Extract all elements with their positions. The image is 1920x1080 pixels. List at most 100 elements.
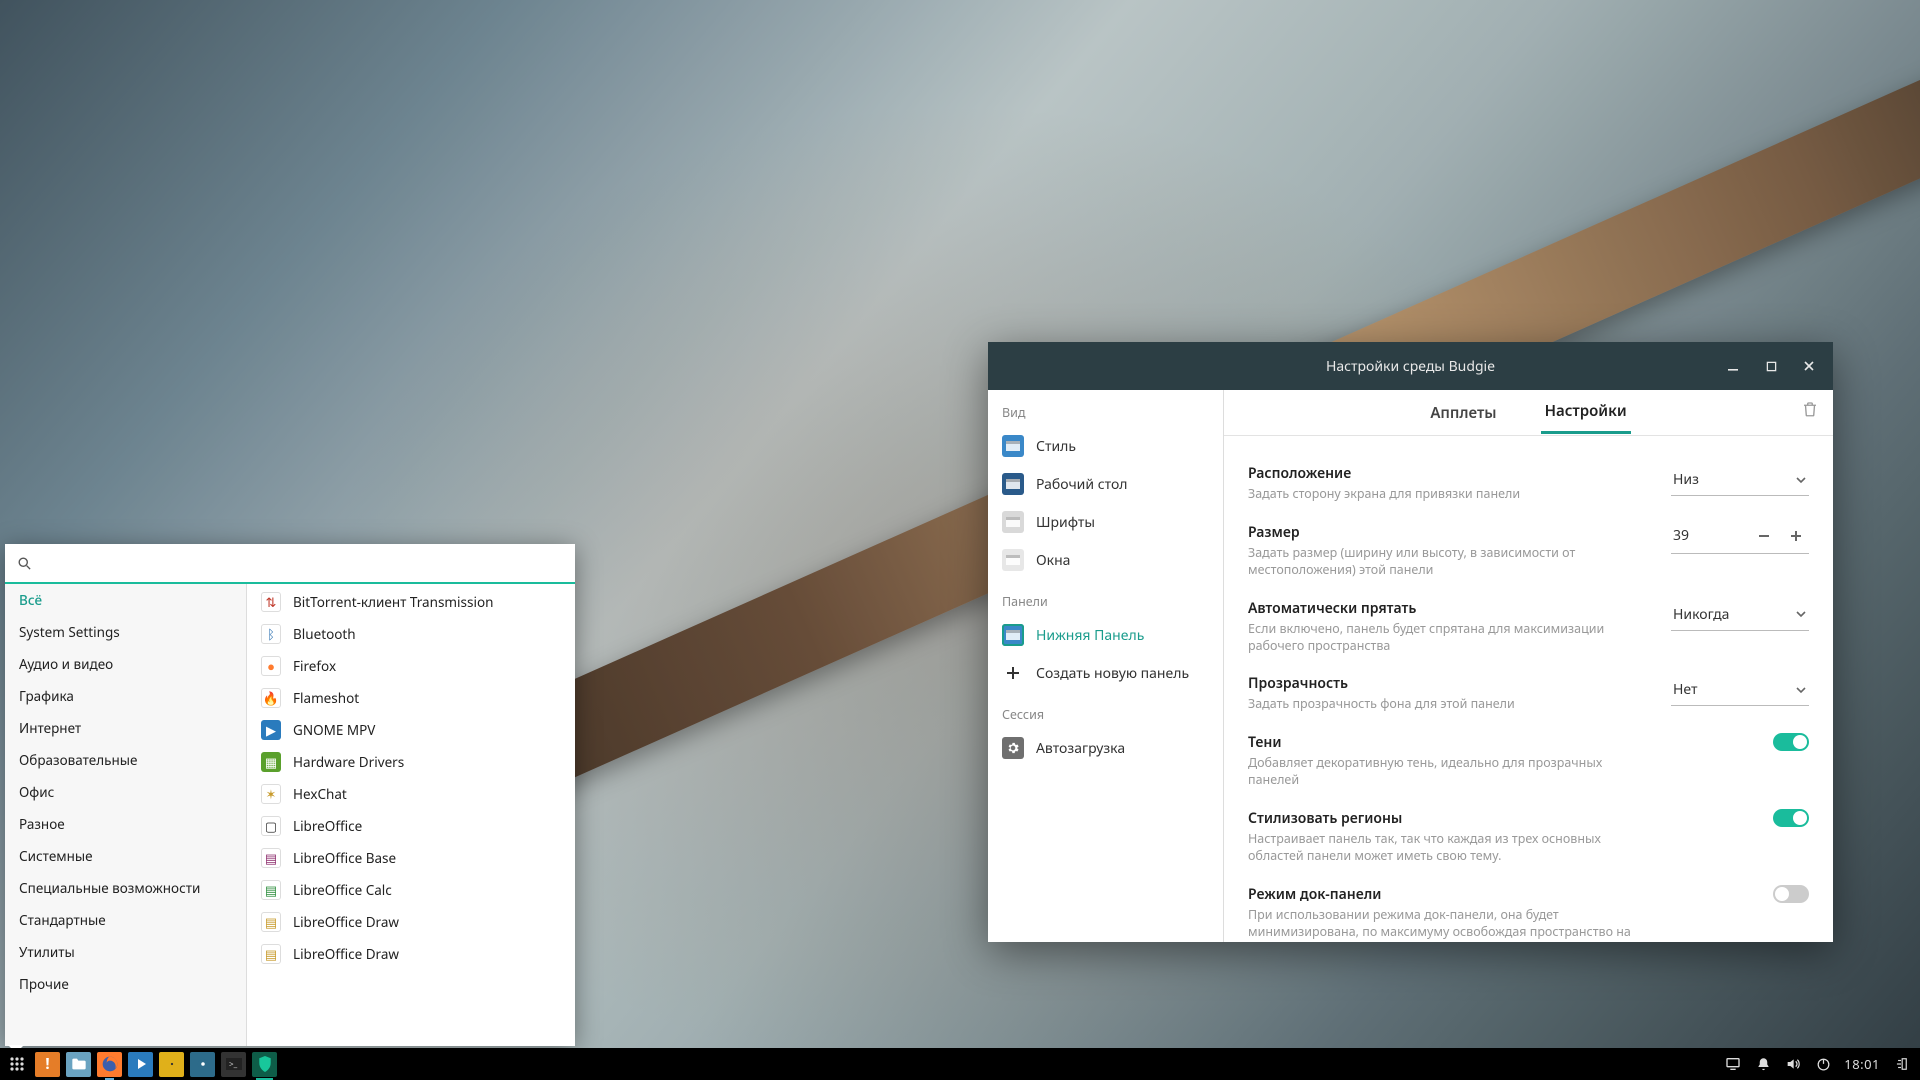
setting-desc: Настраивает панель так, так что каждая и… (1248, 831, 1649, 865)
music-icon[interactable] (159, 1052, 184, 1077)
app-icon: ▤ (261, 848, 281, 868)
tray-raven-icon[interactable] (1892, 1055, 1910, 1073)
setting-dock: Режим док-панели При использовании режим… (1248, 875, 1809, 942)
stepper-decrement[interactable] (1753, 525, 1775, 547)
taskbar-clock[interactable]: 18:01 (1844, 1055, 1880, 1073)
app-label: LibreOffice (293, 817, 362, 835)
position-dropdown[interactable]: Низ (1671, 464, 1809, 496)
category-item[interactable]: Разное (5, 808, 246, 840)
category-item[interactable]: Интернет (5, 712, 246, 744)
tray-display-icon[interactable] (1724, 1055, 1742, 1073)
sidebar-item-view[interactable]: Стиль (988, 427, 1223, 465)
app-item[interactable]: ✶HexChat (247, 778, 575, 810)
app-item[interactable]: ▶GNOME MPV (247, 714, 575, 746)
taskbar-right: 18:01 (1724, 1055, 1920, 1073)
app-label: LibreOffice Draw (293, 913, 399, 931)
settings-tabs: Апплеты Настройки (1224, 390, 1833, 436)
sidebar-item-label: Окна (1036, 551, 1070, 570)
tray-volume-icon[interactable] (1784, 1055, 1802, 1073)
category-item[interactable]: Утилиты (5, 936, 246, 968)
app-label: Flameshot (293, 689, 359, 707)
setting-title: Размер (1248, 523, 1649, 542)
sidebar-item-label: Рабочий стол (1036, 475, 1128, 494)
settings-icon[interactable] (190, 1052, 215, 1077)
video-icon[interactable] (128, 1052, 153, 1077)
sidebar-item-autostart[interactable]: Автозагрузка (988, 729, 1223, 767)
trash-icon (1801, 400, 1819, 418)
window-maximize-button[interactable] (1753, 348, 1789, 384)
category-item[interactable]: Графика (5, 680, 246, 712)
category-item[interactable]: Стандартные (5, 904, 246, 936)
app-item[interactable]: ▢LibreOffice (247, 810, 575, 842)
regions-toggle[interactable] (1773, 809, 1809, 827)
sidebar-section-view: Вид (988, 390, 1223, 427)
stepper-increment[interactable] (1785, 525, 1807, 547)
window-minimize-button[interactable] (1715, 348, 1751, 384)
category-item[interactable]: System Settings (5, 616, 246, 648)
tray-notifications-icon[interactable] (1754, 1055, 1772, 1073)
tab-applets[interactable]: Апплеты (1426, 393, 1500, 433)
app-label: Hardware Drivers (293, 753, 404, 771)
menu-categories: ВсёSystem SettingsАудио и видеоГрафикаИн… (5, 584, 247, 1046)
sidebar-item-icon (1002, 473, 1024, 495)
menu-search-input[interactable] (40, 554, 563, 573)
tray-power-icon[interactable] (1814, 1055, 1832, 1073)
shield-icon[interactable] (252, 1052, 277, 1077)
updates-icon[interactable]: ! (35, 1052, 60, 1077)
app-item[interactable]: ▦ Hardware Drivers (247, 746, 575, 778)
sidebar-item-view[interactable]: Окна (988, 541, 1223, 579)
settings-list: Расположение Задать сторону экрана для п… (1224, 436, 1833, 942)
app-item[interactable]: ▤LibreOffice Base (247, 842, 575, 874)
app-item[interactable]: ●Firefox (247, 650, 575, 682)
category-item[interactable]: Офис (5, 776, 246, 808)
firefox-icon[interactable] (97, 1052, 122, 1077)
category-item[interactable]: Аудио и видео (5, 648, 246, 680)
app-icon: ● (261, 656, 281, 676)
sidebar-item-icon (1002, 737, 1024, 759)
window-close-button[interactable] (1791, 348, 1827, 384)
sidebar-item-view[interactable]: Рабочий стол (988, 465, 1223, 503)
category-item[interactable]: Системные (5, 840, 246, 872)
menu-search-row (5, 544, 575, 584)
app-item[interactable]: ▤LibreOffice Calc (247, 874, 575, 906)
shadows-toggle[interactable] (1773, 733, 1809, 751)
files-icon[interactable] (66, 1052, 91, 1077)
autohide-dropdown[interactable]: Никогда (1671, 599, 1809, 631)
app-item[interactable]: ▤LibreOffice Draw (247, 938, 575, 970)
dropdown-value: Нет (1673, 680, 1698, 699)
category-item[interactable]: Специальные возможности (5, 872, 246, 904)
size-stepper[interactable]: 39 (1671, 523, 1809, 554)
chevron-down-icon (1795, 474, 1807, 486)
app-icon: ⇅ (261, 592, 281, 612)
window-title: Настройки среды Budgie (1326, 357, 1495, 376)
tab-settings[interactable]: Настройки (1541, 391, 1631, 434)
terminal-icon[interactable]: >_ (221, 1052, 246, 1077)
app-item[interactable]: ᛒBluetooth (247, 618, 575, 650)
app-icon: ▦ (261, 752, 281, 772)
setting-transparency: Прозрачность Задать прозрачность фона дл… (1248, 664, 1809, 723)
app-item[interactable]: ⇅BitTorrent-клиент Transmission (247, 586, 575, 618)
category-item[interactable]: Образовательные (5, 744, 246, 776)
sidebar-item-panel[interactable]: Создать новую панель (988, 654, 1223, 692)
sidebar-item-panel[interactable]: Нижняя Панель (988, 616, 1223, 654)
category-item[interactable]: Прочие (5, 968, 246, 1000)
menu-icon[interactable] (4, 1052, 29, 1077)
setting-title: Расположение (1248, 464, 1649, 483)
app-icon: ▤ (261, 912, 281, 932)
settings-sidebar: Вид СтильРабочий столШрифтыОкна Панели Н… (988, 390, 1224, 942)
transparency-dropdown[interactable]: Нет (1671, 674, 1809, 706)
sidebar-item-label: Стиль (1036, 437, 1076, 456)
sidebar-item-view[interactable]: Шрифты (988, 503, 1223, 541)
category-item[interactable]: Всё (5, 584, 246, 616)
sidebar-item-label: Создать новую панель (1036, 664, 1189, 683)
search-icon (17, 556, 32, 571)
app-item[interactable]: 🔥Flameshot (247, 682, 575, 714)
app-item[interactable]: ▤ LibreOffice Draw (247, 906, 575, 938)
window-titlebar[interactable]: Настройки среды Budgie (988, 342, 1833, 390)
setting-desc: При использовании режима док-панели, она… (1248, 907, 1649, 942)
delete-panel-button[interactable] (1801, 400, 1819, 418)
dock-toggle[interactable] (1773, 885, 1809, 903)
app-label: LibreOffice Calc (293, 881, 392, 899)
setting-title: Стилизовать регионы (1248, 809, 1649, 828)
sidebar-item-icon (1002, 511, 1024, 533)
